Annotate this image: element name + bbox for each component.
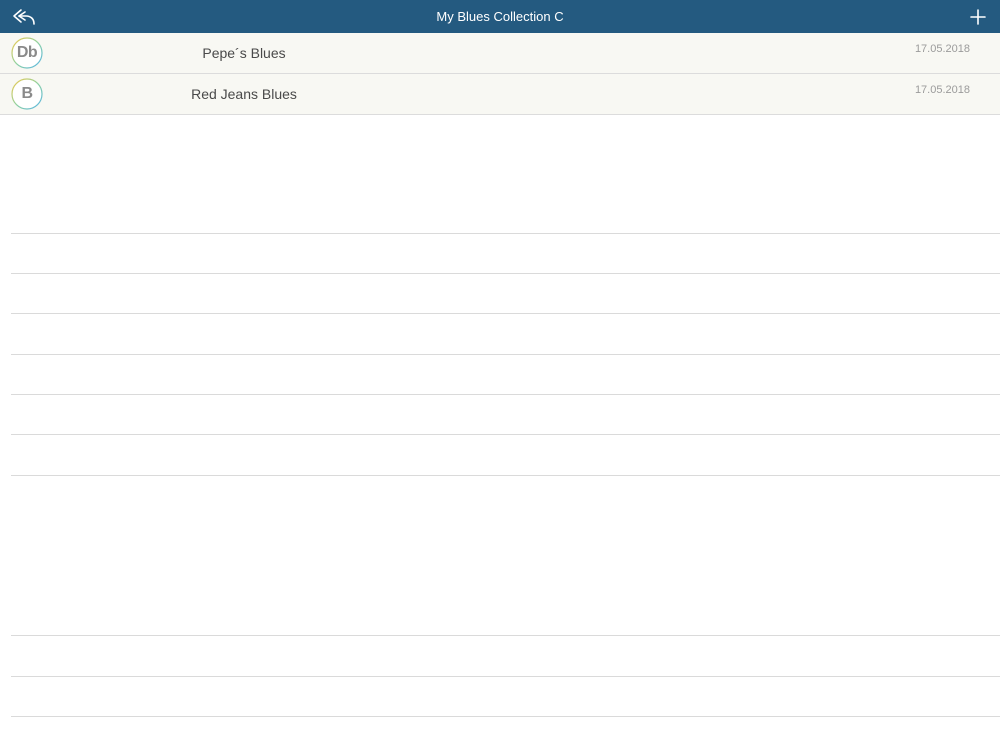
empty-row-separator — [11, 434, 1000, 435]
song-row[interactable]: Db Pepe´s Blues 17.05.2018 — [0, 33, 1000, 74]
key-label: Db — [16, 44, 38, 61]
song-row[interactable]: B Red Jeans Blues 17.05.2018 — [0, 74, 1000, 115]
empty-row-separator — [11, 475, 1000, 476]
page-title: My Blues Collection C — [436, 9, 564, 24]
song-date: 17.05.2018 — [914, 43, 970, 55]
empty-row-separator — [11, 233, 1000, 234]
song-title: Pepe´s Blues — [202, 45, 286, 61]
empty-row-separator — [11, 273, 1000, 274]
plus-icon — [970, 9, 986, 25]
empty-row-separator — [11, 635, 1000, 636]
song-list: Db Pepe´s Blues 17.05.2018 B Red Jeans B… — [0, 33, 1000, 115]
key-badge: Db — [11, 37, 43, 69]
empty-row-separator — [11, 676, 1000, 677]
add-button[interactable] — [966, 5, 990, 29]
navigation-bar: My Blues Collection C — [0, 0, 1000, 33]
empty-row-separator — [11, 394, 1000, 395]
empty-row-separator — [11, 716, 1000, 717]
empty-row-separator — [11, 313, 1000, 314]
key-badge: B — [11, 78, 43, 110]
key-label: B — [21, 85, 33, 102]
song-date: 17.05.2018 — [914, 84, 970, 96]
empty-row-separator — [11, 354, 1000, 355]
song-title: Red Jeans Blues — [191, 86, 297, 102]
